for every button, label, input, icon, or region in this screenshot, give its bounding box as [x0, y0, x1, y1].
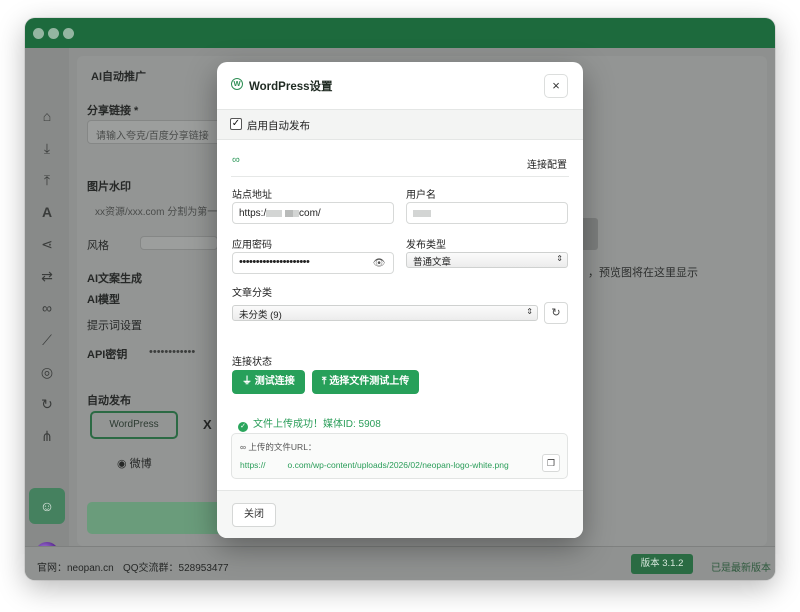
- upload-success-message: ✓ 文件上传成功！媒体ID: 5908: [238, 415, 381, 432]
- uploaded-url-link[interactable]: https:// o.com/wp-content/uploads/2026/02…: [240, 460, 509, 470]
- panel-title: AI自动推广: [91, 71, 146, 83]
- redacted-block: [413, 209, 431, 217]
- sidebar: ⌂ ⤓ ⤒ A ⋖ ⇄ ∞ ⟋ ◎ ↻ ⋔ ☺: [25, 48, 69, 566]
- share-link-placeholder: 请输入夸克/百度分享链接: [96, 131, 209, 142]
- font-icon[interactable]: A: [37, 202, 57, 222]
- share-link-input[interactable]: 请输入夸克/百度分享链接: [87, 120, 222, 144]
- maximize-window-dot[interactable]: [63, 28, 74, 39]
- username-input[interactable]: [406, 202, 568, 224]
- style-select[interactable]: [140, 236, 218, 250]
- copy-icon: ❐: [546, 458, 556, 468]
- post-type-select[interactable]: 普通文章 ⇕: [406, 252, 568, 268]
- preview-hint: ，预览图将在这里显示: [588, 267, 698, 279]
- version-badge: 版本 3.1.2: [631, 554, 693, 574]
- download-icon[interactable]: ⤓: [37, 138, 57, 158]
- redacted-block: [285, 209, 294, 217]
- plug-icon: ⏚: [242, 376, 255, 387]
- home-icon[interactable]: ⌂: [37, 106, 57, 126]
- brush-icon[interactable]: ⟋: [37, 330, 57, 350]
- connection-config-title: 连接配置: [527, 160, 567, 171]
- app-password-label: 应用密码: [232, 240, 272, 251]
- test-connection-label: 测试连接: [254, 376, 295, 387]
- prompt-label: 提示词设置: [87, 320, 142, 332]
- app-password-value: •••••••••••••••••••••: [239, 256, 310, 268]
- wordpress-icon: W: [231, 78, 243, 90]
- category-value: 未分类 (9): [239, 310, 282, 321]
- weibo-platform-button[interactable]: ◉ 微博: [117, 455, 152, 471]
- latest-version-status: 已是最新版本: [711, 563, 771, 574]
- modal-title: WordPress设置: [249, 81, 333, 93]
- enable-auto-publish-checkbox[interactable]: ✓: [230, 118, 242, 130]
- weibo-icon: ◉: [117, 458, 130, 470]
- category-label: 文章分类: [232, 288, 272, 299]
- refresh-icon: ↻: [551, 307, 561, 319]
- modal-footer-close-button[interactable]: 关闭: [232, 503, 276, 527]
- watermark-placeholder: xx资源/xxx.com 分割为第一: [95, 207, 218, 218]
- target-icon[interactable]: ◎: [37, 362, 57, 382]
- uploaded-url-suffix: o.com/wp-content/uploads/2026/02/neopan-…: [287, 460, 509, 470]
- site-url-input[interactable]: https:/ com/: [232, 202, 394, 224]
- wordpress-platform-button[interactable]: WordPress: [90, 411, 178, 439]
- category-select[interactable]: 未分类 (9) ⇕: [232, 305, 538, 321]
- enable-auto-publish-row[interactable]: ✓ 启用自动发布: [217, 110, 583, 140]
- wordpress-settings-modal: W WordPress设置 × ✓ 启用自动发布 ∞ 连接配置 站点地址 htt…: [217, 62, 583, 538]
- site-url-label: 站点地址: [232, 190, 272, 201]
- upload-icon[interactable]: ⤒: [37, 170, 57, 190]
- eye-icon[interactable]: 👁: [373, 258, 386, 269]
- ai-copy-label: AI文案生成: [87, 273, 142, 285]
- share-icon[interactable]: ⋖: [37, 234, 57, 254]
- link-icon: ∞: [232, 154, 240, 166]
- enable-auto-publish-label: 启用自动发布: [247, 120, 310, 132]
- test-connection-button[interactable]: ⏚ 测试连接: [232, 370, 305, 394]
- robot-icon[interactable]: ☺: [37, 496, 57, 516]
- site-url-suffix: com/: [299, 208, 321, 219]
- footer-qq-group: QQ交流群：528953477: [123, 563, 229, 574]
- ai-model-label: AI模型: [87, 294, 120, 306]
- watermark-label: 图片水印: [87, 181, 131, 193]
- api-key-label: API密钥: [87, 349, 128, 361]
- redacted-block: [266, 209, 283, 217]
- link-icon[interactable]: ∞: [37, 298, 57, 318]
- x-platform-button[interactable]: X: [203, 417, 212, 432]
- api-key-value: ••••••••••••: [149, 346, 196, 358]
- upload-success-text: 文件上传成功！媒体ID: 5908: [253, 419, 381, 430]
- auto-publish-label: 自动发布: [87, 395, 131, 407]
- select-arrows-icon: ⇕: [556, 254, 563, 263]
- sitemap-icon[interactable]: ⋔: [37, 426, 57, 446]
- app-password-input[interactable]: ••••••••••••••••••••• 👁: [232, 252, 394, 274]
- username-label: 用户名: [406, 190, 436, 201]
- refresh-categories-button[interactable]: ↻: [544, 302, 568, 324]
- check-circle-icon: ✓: [238, 422, 248, 432]
- post-type-label: 发布类型: [406, 240, 446, 251]
- section-divider: [231, 176, 569, 177]
- title-bar: [25, 18, 775, 48]
- connection-status-label: 连接状态: [232, 357, 272, 368]
- sync-icon[interactable]: ↻: [37, 394, 57, 414]
- footer-site-link[interactable]: 官网：neopan.cn: [37, 559, 114, 574]
- uploaded-url-label: ∞ 上传的文件URL：: [240, 441, 316, 453]
- modal-header: W WordPress设置 ×: [217, 62, 583, 110]
- transfer-icon[interactable]: ⇄: [37, 266, 57, 286]
- copy-url-button[interactable]: ❐: [542, 454, 560, 472]
- close-window-dot[interactable]: [33, 28, 44, 39]
- modal-close-button[interactable]: ×: [544, 74, 568, 98]
- uploaded-url-prefix: https://: [240, 460, 266, 470]
- modal-footer: 关闭: [217, 490, 583, 538]
- share-link-label: 分享链接 *: [87, 105, 139, 117]
- style-label: 风格: [87, 240, 109, 252]
- uploaded-url-label-text: 上传的文件URL：: [248, 442, 317, 452]
- post-type-value: 普通文章: [413, 257, 452, 268]
- site-url-prefix: https:/: [239, 208, 267, 219]
- wordpress-platform-label: WordPress: [109, 419, 159, 430]
- select-arrows-icon: ⇕: [526, 307, 533, 316]
- weibo-label: 微博: [129, 458, 152, 470]
- minimize-window-dot[interactable]: [48, 28, 59, 39]
- uploaded-url-box: ∞ 上传的文件URL： https:// o.com/wp-content/upl…: [231, 433, 568, 479]
- upload-test-button[interactable]: ⤒ 选择文件测试上传: [312, 370, 420, 394]
- upload-test-label: 选择文件测试上传: [329, 376, 410, 387]
